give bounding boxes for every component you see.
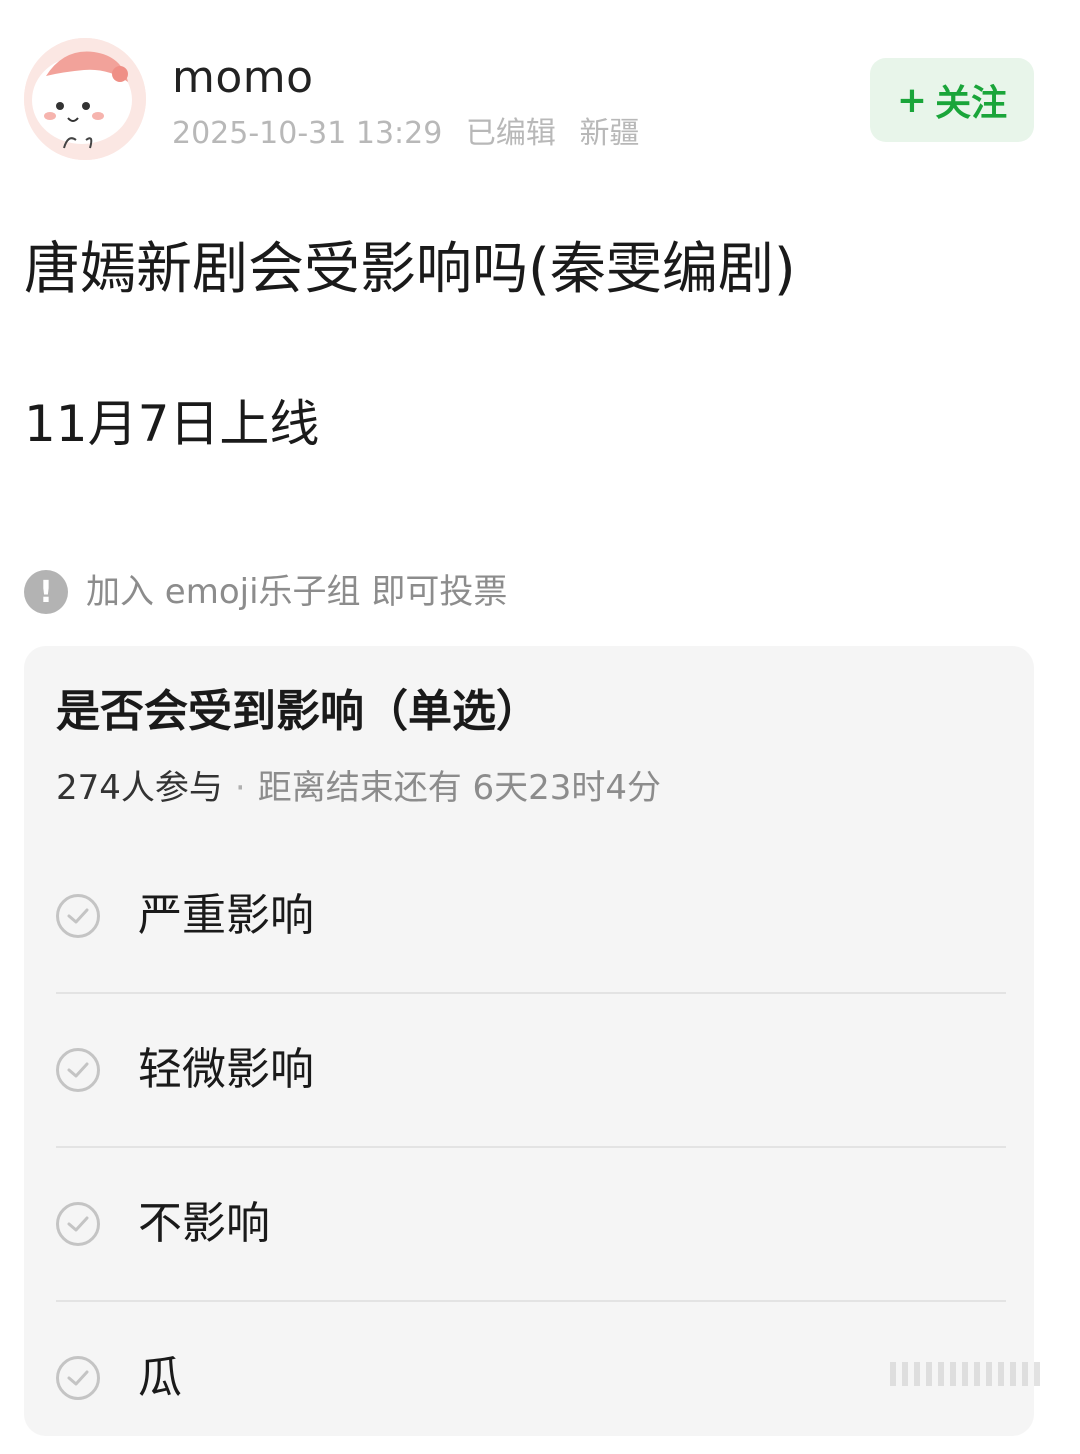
post-header: momo 2025-10-31 13:29 已编辑 新疆 + 关注 — [0, 0, 1080, 180]
poll-options: 严重影响 轻微影响 不影响 瓜 — [56, 840, 1006, 1454]
post-timestamp: 2025-10-31 13:29 — [172, 116, 443, 151]
post-body: 11月7日上线 — [24, 395, 320, 453]
poll-option-slight[interactable]: 轻微影响 — [56, 994, 1006, 1148]
poll-title: 是否会受到影响（单选） — [56, 686, 540, 737]
post-title: 唐嫣新剧会受影响吗(秦雯编剧) — [24, 237, 796, 302]
stats-separator: · — [234, 768, 246, 808]
poll-stats: 274人参与 · 距离结束还有 6天23时4分 — [56, 766, 661, 810]
user-avatar[interactable] — [24, 38, 146, 160]
post-meta: 2025-10-31 13:29 已编辑 新疆 — [172, 114, 653, 154]
checkmark-circle-icon[interactable] — [56, 1356, 100, 1400]
poll-option-none[interactable]: 不影响 — [56, 1148, 1006, 1302]
poll-option-label: 瓜 — [138, 1352, 182, 1403]
vote-notice: ! 加入 emoji乐子组 即可投票 — [24, 566, 507, 618]
watermark-strip — [890, 1362, 1040, 1386]
checkmark-circle-icon[interactable] — [56, 1048, 100, 1092]
vote-notice-text[interactable]: 加入 emoji乐子组 即可投票 — [86, 570, 507, 614]
location-label: 新疆 — [579, 116, 640, 151]
follow-button-label: 关注 — [935, 83, 1008, 124]
poll-participants: 274人参与 — [56, 768, 223, 808]
poll-card: 是否会受到影响（单选） 274人参与 · 距离结束还有 6天23时4分 严重影响 轻… — [24, 646, 1034, 1436]
poll-option-severe[interactable]: 严重影响 — [56, 840, 1006, 994]
plus-icon: + — [896, 79, 928, 121]
poll-remaining-time: 距离结束还有 6天23时4分 — [257, 768, 662, 808]
poll-option-gossip[interactable]: 瓜 — [56, 1302, 1006, 1454]
exclamation-icon: ! — [24, 570, 68, 614]
username[interactable]: momo — [172, 50, 314, 106]
checkmark-circle-icon[interactable] — [56, 1202, 100, 1246]
checkmark-circle-icon[interactable] — [56, 894, 100, 938]
poll-option-label: 严重影响 — [138, 890, 314, 941]
edited-label: 已编辑 — [465, 116, 556, 151]
follow-button[interactable]: + 关注 — [870, 58, 1034, 142]
poll-option-label: 轻微影响 — [138, 1044, 314, 1095]
avatar-illustration-icon — [24, 38, 146, 160]
poll-option-label: 不影响 — [138, 1198, 270, 1249]
